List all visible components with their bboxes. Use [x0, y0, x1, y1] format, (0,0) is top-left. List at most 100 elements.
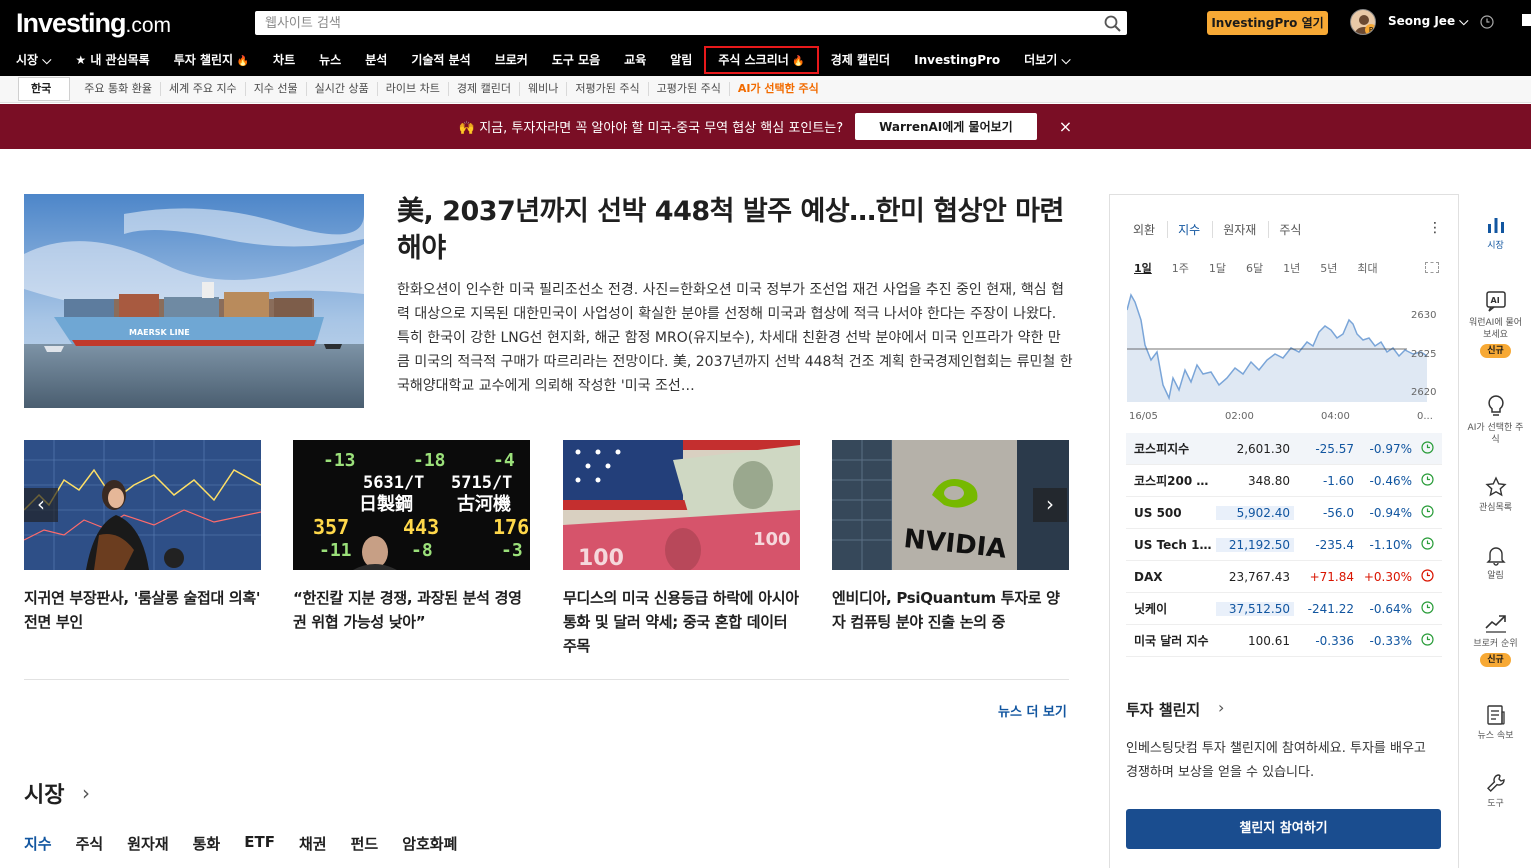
quote-name[interactable]: 코스피200 선... — [1126, 472, 1216, 489]
carousel-next-button[interactable]: › — [1033, 488, 1067, 522]
more-news-link[interactable]: 뉴스 더 보기 — [998, 701, 1067, 720]
subnav-item-4[interactable]: 실시간 상품 — [307, 82, 378, 96]
korea-flag-icon[interactable] — [1522, 14, 1531, 26]
subnav-item-5[interactable]: 라이브 차트 — [378, 82, 449, 96]
news-card[interactable]: 지귀연 부장판사, '룸살롱 술접대 의혹' 전면 부인 — [24, 440, 261, 634]
quote-row[interactable]: US Tech 100 21,192.50 -235.4 -1.10% — [1126, 529, 1442, 561]
banner-text[interactable]: 🙌 지금, 투자자라면 꼭 알아야 할 미국-중국 무역 협상 핵심 포인트는? — [459, 117, 843, 136]
news-card[interactable]: -13 -18 -4 5631/T 5715/T 日製鋼 古河機 357 443… — [293, 440, 530, 634]
news-card[interactable]: NVIDIA 엔비디아, PsiQuantum 투자로 양자 컴퓨팅 분야 진출… — [832, 440, 1069, 634]
subnav-item-0[interactable]: 한국 — [18, 77, 71, 101]
expand-chart-icon[interactable] — [1425, 262, 1439, 273]
carousel-prev-button[interactable]: ‹ — [24, 488, 58, 522]
market-tab[interactable]: 채권 — [299, 833, 327, 854]
quote-row[interactable]: 코스피지수 2,601.30 -25.57 -0.97% — [1126, 433, 1442, 465]
quote-name[interactable]: DAX — [1126, 570, 1216, 584]
nav-item-4[interactable]: 뉴스 — [307, 46, 353, 74]
news-card-image[interactable] — [24, 440, 261, 570]
market-tab[interactable]: 펀드 — [351, 833, 379, 854]
subnav-item-9[interactable]: 고평가된 주식 — [649, 82, 730, 96]
news-card[interactable]: 100 100 무디스의 미국 신용등급 하락에 아시아 통화 및 달러 약세;… — [563, 440, 800, 658]
market-tab[interactable]: 지수 — [24, 833, 52, 854]
subnav-item-6[interactable]: 경제 캘린더 — [449, 82, 520, 96]
search-box[interactable] — [255, 11, 1127, 35]
investing-logo[interactable]: Investing.com — [16, 8, 171, 39]
news-card-title[interactable]: 엔비디아, PsiQuantum 투자로 양자 컴퓨팅 분야 진출 논의 중 — [832, 586, 1069, 634]
quote-name[interactable]: US Tech 100 — [1126, 538, 1216, 552]
quote-row[interactable]: 미국 달러 지수 100.61 -0.336 -0.33% — [1126, 625, 1442, 657]
subnav-item-10[interactable]: AI가 선택한 주식 — [730, 82, 827, 96]
more-options-icon[interactable]: ⋮ — [1428, 220, 1442, 236]
nav-item-7[interactable]: 브로커 — [483, 46, 540, 74]
nav-item-5[interactable]: 분석 — [353, 46, 399, 74]
sidebar-item[interactable]: 관심목록 — [1459, 476, 1531, 514]
chevron-right-icon[interactable]: › — [1218, 698, 1224, 717]
quote-row[interactable]: DAX 23,767.43 +71.84 +0.30% — [1126, 561, 1442, 593]
quote-name[interactable]: US 500 — [1126, 506, 1216, 520]
subnav-item-1[interactable]: 주요 통화 환율 — [76, 82, 161, 96]
quote-name[interactable]: 코스피지수 — [1126, 440, 1216, 457]
search-icon[interactable] — [1104, 15, 1121, 36]
period-tab[interactable]: 1주 — [1172, 260, 1189, 276]
subnav-item-8[interactable]: 저평가된 주식 — [567, 82, 649, 96]
sidebar-item[interactable]: 시장 — [1459, 214, 1531, 252]
nav-item-0[interactable]: 시장 ⌵ — [0, 46, 63, 74]
news-card-title[interactable]: 무디스의 미국 신용등급 하락에 아시아 통화 및 달러 약세; 중국 혼합 데… — [563, 586, 800, 658]
period-tab[interactable]: 5년 — [1320, 260, 1337, 276]
chevron-right-icon[interactable]: › — [82, 781, 90, 805]
nav-item-2[interactable]: 투자 챌린지 🔥 — [162, 46, 261, 74]
nav-item-11[interactable]: 주식 스크리너 🔥 — [704, 46, 819, 74]
index-chart[interactable]: 2630 2625 2620 16/05 02:00 04:00 0... — [1126, 290, 1443, 426]
challenge-title[interactable]: 투자 챌린지 — [1126, 699, 1200, 720]
nav-item-6[interactable]: 기술적 분석 — [399, 46, 482, 74]
news-card-image[interactable]: -13 -18 -4 5631/T 5715/T 日製鋼 古河機 357 443… — [293, 440, 530, 570]
investingpro-open-button[interactable]: InvestingPro 열기 — [1207, 11, 1328, 35]
nav-item-13[interactable]: InvestingPro — [902, 46, 1012, 74]
period-tab[interactable]: 6달 — [1246, 260, 1263, 276]
hero-summary[interactable]: 한화오션이 인수한 미국 필리조선소 전경. 사진=한화오션 미국 정부가 조선… — [397, 278, 1073, 398]
clock-icon[interactable] — [1480, 14, 1494, 33]
subnav-item-2[interactable]: 세계 주요 지수 — [161, 82, 246, 96]
quote-name[interactable]: 미국 달러 지수 — [1126, 632, 1216, 649]
market-tab[interactable]: 암호화폐 — [402, 833, 457, 854]
widget-tab[interactable]: 외환 — [1133, 221, 1169, 238]
nav-item-10[interactable]: 알림 — [658, 46, 704, 74]
nav-item-3[interactable]: 차트 — [261, 46, 307, 74]
user-menu[interactable]: Seong Jee ⌵ — [1388, 14, 1468, 29]
market-tab[interactable]: 통화 — [193, 833, 221, 854]
sidebar-item[interactable]: 뉴스 속보 — [1459, 704, 1531, 742]
join-challenge-button[interactable]: 챌린지 참여하기 — [1126, 809, 1441, 849]
market-tab[interactable]: 주식 — [76, 833, 104, 854]
ask-warrenai-button[interactable]: WarrenAI에게 물어보기 — [855, 113, 1037, 140]
news-card-image[interactable]: 100 100 — [563, 440, 800, 570]
nav-item-9[interactable]: 교육 — [612, 46, 658, 74]
sidebar-item[interactable]: 알림 — [1459, 544, 1531, 582]
news-card-title[interactable]: “한진칼 지분 경쟁, 과장된 분석 경영권 위협 가능성 낮아” — [293, 586, 530, 634]
sidebar-item[interactable]: 브로커 순위 신규 — [1459, 612, 1531, 667]
subnav-item-7[interactable]: 웨비나 — [520, 82, 568, 96]
user-avatar[interactable]: P — [1350, 9, 1376, 35]
market-tab[interactable]: 원자재 — [127, 833, 168, 854]
market-section-title[interactable]: 시장 — [24, 777, 64, 809]
nav-item-14[interactable]: 더보기 ⌵ — [1012, 46, 1082, 74]
sidebar-item[interactable]: AI 워런AI에 물어보세요 신규 — [1459, 289, 1531, 358]
close-icon[interactable]: × — [1059, 117, 1072, 136]
search-input[interactable] — [255, 11, 1075, 35]
nav-item-8[interactable]: 도구 모음 — [540, 46, 612, 74]
quote-name[interactable]: 닛케이 — [1126, 600, 1216, 617]
widget-tab[interactable]: 주식 — [1279, 221, 1313, 238]
period-tab[interactable]: 1년 — [1283, 260, 1300, 276]
subnav-item-3[interactable]: 지수 선물 — [246, 82, 307, 96]
quote-row[interactable]: US 500 5,902.40 -56.0 -0.94% — [1126, 497, 1442, 529]
nav-item-1[interactable]: ★ 내 관심목록 — [63, 46, 161, 74]
period-tab[interactable]: 1일 — [1134, 260, 1152, 276]
period-tab[interactable]: 1달 — [1209, 260, 1226, 276]
quote-row[interactable]: 코스피200 선... 348.80 -1.60 -0.46% — [1126, 465, 1442, 497]
sidebar-item[interactable]: AI가 선택한 주식 — [1459, 394, 1531, 446]
market-tab[interactable]: ETF — [244, 833, 275, 854]
sidebar-item[interactable]: 도구 — [1459, 772, 1531, 810]
quote-row[interactable]: 닛케이 37,512.50 -241.22 -0.64% — [1126, 593, 1442, 625]
period-tab[interactable]: 최대 — [1357, 260, 1377, 276]
hero-image[interactable]: MAERSK LINE — [24, 194, 364, 408]
widget-tab[interactable]: 지수 — [1178, 221, 1214, 238]
